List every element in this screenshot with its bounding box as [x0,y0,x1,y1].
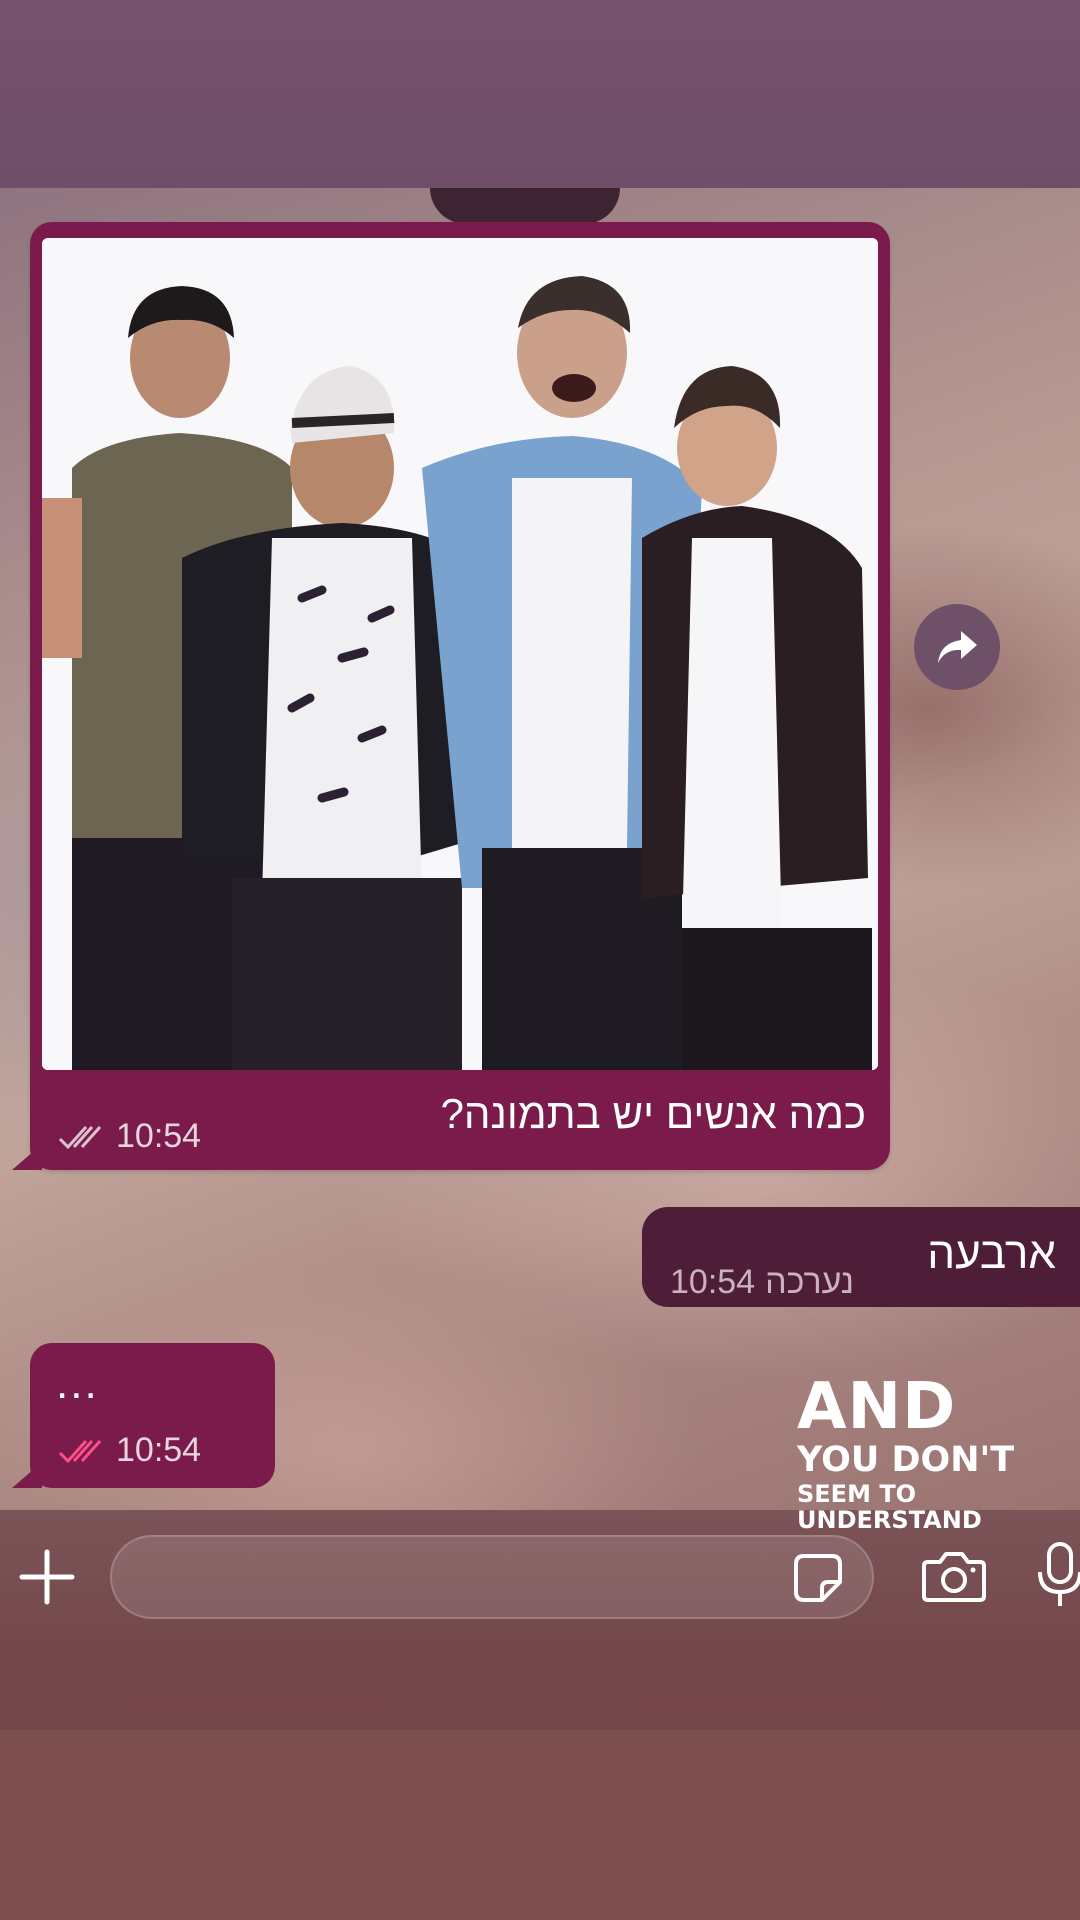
forward-button[interactable] [914,604,1000,690]
plus-icon[interactable] [18,1548,76,1606]
incoming-text-message[interactable]: ... 10:54 [12,1343,275,1488]
message-time: 10:54 [116,1431,202,1469]
double-check-icon [58,1125,102,1149]
message-time: 10:54 [670,1263,756,1301]
microphone-icon[interactable] [1034,1542,1080,1608]
text-sticker: AND YOU DON'T SEEM TO UNDERSTAND [797,1375,1014,1532]
background-shadow [430,188,620,224]
group-photo-illustration [42,238,878,1070]
message-meta: 10:54 [56,1117,201,1156]
outgoing-message[interactable]: ארבעה נערכה 10:54 [642,1207,1080,1307]
sticker-line-1: AND [797,1370,957,1444]
camera-icon[interactable] [922,1548,986,1604]
message-text: ... [56,1359,99,1408]
message-caption: כמה אנשים יש בתמונה? [440,1090,866,1137]
double-check-icon [58,1439,102,1463]
top-bar [0,0,1080,188]
message-time: 10:54 [116,1117,202,1155]
incoming-image-message[interactable]: כמה אנשים יש בתמונה? 10:54 [12,222,890,1170]
edited-label: נערכה [765,1263,854,1301]
message-photo[interactable] [42,238,878,1070]
message-text: ארבעה [927,1229,1056,1278]
sticker-line-2: YOU DON'T [797,1440,1015,1480]
message-input[interactable] [110,1535,874,1619]
composer-bottom-band [0,1730,1080,1920]
message-meta: נערכה 10:54 [670,1263,854,1302]
message-meta: 10:54 [56,1431,201,1470]
sticker-line-3: SEEM TO [797,1480,917,1508]
sticker-line-4: UNDERSTAND [797,1506,982,1534]
sticker-icon[interactable] [792,1552,844,1604]
forward-arrow-icon [938,631,977,663]
